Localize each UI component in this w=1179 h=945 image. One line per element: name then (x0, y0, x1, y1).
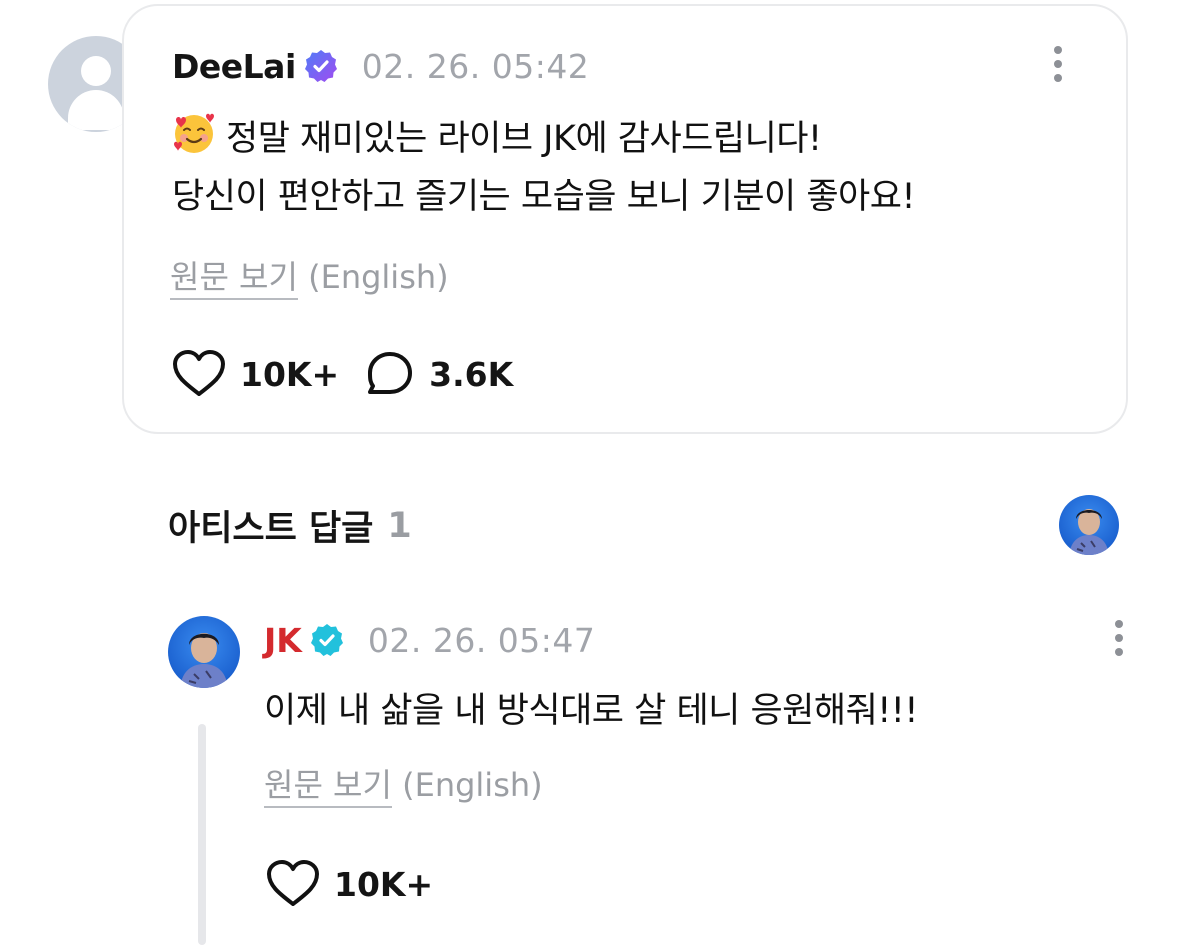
original-language: (English) (308, 258, 449, 296)
reply-original-language: (English) (402, 766, 543, 804)
reply-thread-line (198, 724, 206, 945)
reply-view-original-text[interactable]: 원문 보기 (264, 766, 392, 808)
artist-replies-label: 아티스트 답글 (168, 509, 374, 549)
comment-bubble-icon[interactable] (365, 350, 415, 398)
comment-body: 정말 재미있는 라이브 JK에 감사드립니다! 당신이 편안하고 즐기는 모습을… (172, 110, 916, 226)
artist-verified-badge-icon (310, 624, 343, 656)
comment-card: DeeLai 02. 26. 05:42 정말 재미있는 라이브 JK에 감사드… (122, 4, 1128, 434)
artist-photo-icon (1059, 495, 1119, 555)
reply-header: JK 02. 26. 05:47 (264, 618, 595, 662)
comment-text-line-2: 당신이 편안하고 즐기는 모습을 보니 기분이 좋아요! (172, 177, 916, 217)
comment-author[interactable]: DeeLai (172, 47, 296, 86)
reply-view-original-link[interactable]: 원문 보기 (English) (264, 760, 543, 808)
comment-timestamp: 02. 26. 05:42 (361, 46, 590, 86)
heart-icon[interactable] (266, 860, 320, 908)
comment-more-options-icon[interactable] (1050, 46, 1066, 90)
reply-author[interactable]: JK (264, 621, 302, 660)
comment-reactions: 10K+ 3.6K (172, 350, 513, 398)
reply-body: 이제 내 삶을 내 방식대로 살 테니 응원해줘!!! (264, 691, 918, 731)
comment-header: DeeLai 02. 26. 05:42 (172, 44, 589, 88)
reply-like-count: 10K+ (334, 864, 434, 904)
reply-reactions: 10K+ (266, 860, 433, 908)
reply-more-options-icon[interactable] (1111, 620, 1127, 664)
artist-avatar-small[interactable] (1059, 495, 1119, 555)
jk-avatar[interactable] (168, 616, 240, 688)
view-original-text[interactable]: 원문 보기 (170, 258, 298, 300)
like-count: 10K+ (240, 354, 340, 394)
fan-verified-badge-icon (304, 50, 337, 82)
reply-timestamp: 02. 26. 05:47 (367, 620, 596, 660)
comment-text-line-1: 정말 재미있는 라이브 JK에 감사드립니다! (226, 119, 822, 159)
artist-replies-count: 1 (387, 505, 412, 546)
view-original-link[interactable]: 원문 보기 (English) (170, 252, 449, 300)
artist-photo-icon (168, 616, 240, 688)
reply-count: 3.6K (429, 354, 514, 394)
smiling-face-with-hearts-icon (174, 113, 214, 153)
heart-icon[interactable] (172, 350, 226, 398)
artist-replies-header: 아티스트 답글 1 (168, 500, 412, 551)
